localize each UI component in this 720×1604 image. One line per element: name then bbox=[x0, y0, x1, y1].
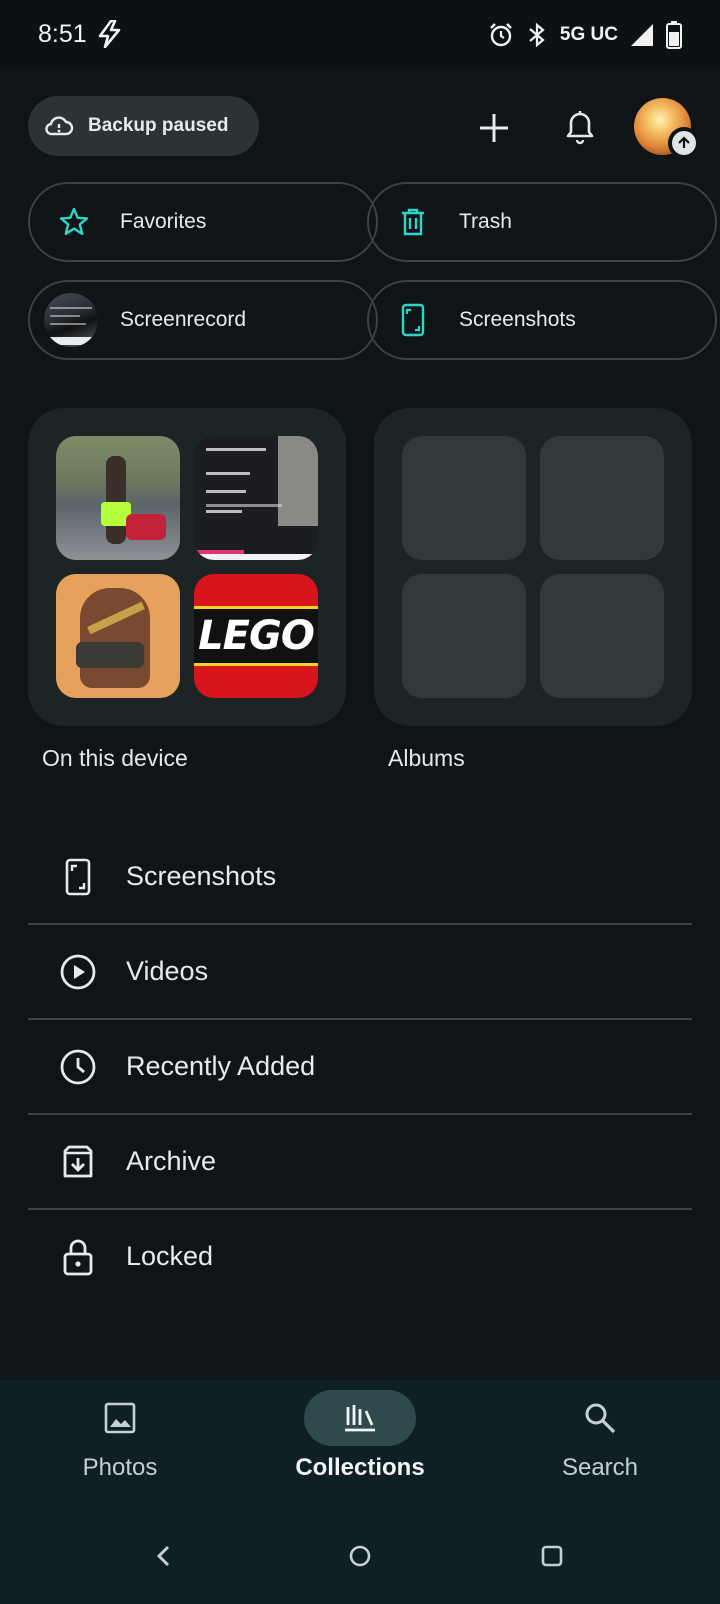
list-item-label: Screenshots bbox=[126, 861, 277, 891]
trash-icon bbox=[402, 208, 424, 236]
list-item-archive[interactable]: Archive bbox=[28, 1113, 692, 1208]
screenshots-button[interactable]: Screenshots bbox=[367, 280, 717, 360]
list-item-label: Recently Added bbox=[126, 1051, 316, 1081]
screenrecord-button[interactable]: Screenrecord bbox=[28, 280, 378, 360]
screenrecord-label: Screenrecord bbox=[120, 308, 247, 331]
signal-icon bbox=[631, 24, 653, 46]
list-item-label: Locked bbox=[126, 1241, 214, 1271]
list-item-recently-added[interactable]: Recently Added bbox=[28, 1018, 692, 1113]
trash-button[interactable]: Trash bbox=[367, 182, 717, 262]
clock-icon bbox=[60, 1049, 96, 1084]
cloud-alert-icon bbox=[45, 116, 74, 136]
system-back-button[interactable] bbox=[146, 1538, 182, 1574]
nav-search-label: Search bbox=[561, 1454, 639, 1481]
album-placeholder bbox=[540, 436, 664, 560]
upload-badge bbox=[668, 127, 700, 159]
favorites-button[interactable]: Favorites bbox=[28, 182, 378, 262]
list-item-label: Archive bbox=[126, 1146, 217, 1176]
nav-collections[interactable]: Collections bbox=[260, 1390, 460, 1482]
albums-card[interactable] bbox=[374, 408, 692, 726]
favorites-label: Favorites bbox=[120, 210, 207, 233]
collections-icon bbox=[345, 1405, 375, 1432]
backup-status-label: Backup paused bbox=[88, 115, 229, 136]
list-item-locked[interactable]: Locked bbox=[28, 1208, 692, 1303]
charging-bolt-icon bbox=[98, 20, 121, 48]
status-time: 8:51 bbox=[38, 20, 87, 48]
album-placeholder bbox=[540, 574, 664, 698]
device-thumbnail-lego: LEGO bbox=[194, 574, 318, 698]
device-thumbnail-person bbox=[56, 436, 180, 560]
trash-label: Trash bbox=[459, 210, 512, 233]
nav-collections-label: Collections bbox=[295, 1454, 425, 1481]
on-this-device-card[interactable]: LEGO bbox=[28, 408, 346, 726]
status-bar: 8:51 5G UC bbox=[0, 0, 720, 70]
list-item-screenshots[interactable]: Screenshots bbox=[28, 830, 692, 923]
device-thumbnail-heavy bbox=[56, 574, 180, 698]
album-placeholder bbox=[402, 436, 526, 560]
photo-icon bbox=[104, 1402, 136, 1434]
collections-list: Screenshots Videos Recently Added Archiv… bbox=[28, 830, 692, 1303]
recents-square-icon bbox=[541, 1545, 563, 1567]
system-recents-button[interactable] bbox=[534, 1538, 570, 1574]
bluetooth-icon bbox=[529, 22, 545, 48]
list-item-videos[interactable]: Videos bbox=[28, 923, 692, 1018]
lego-logo-text: LEGO bbox=[194, 606, 318, 666]
nav-photos[interactable]: Photos bbox=[20, 1390, 220, 1482]
phone-screenshot-icon bbox=[401, 303, 425, 337]
screenshots-label: Screenshots bbox=[459, 308, 576, 331]
on-this-device-label: On this device bbox=[42, 745, 188, 771]
system-home-button[interactable] bbox=[342, 1538, 378, 1574]
device-thumbnail-list bbox=[194, 436, 318, 560]
add-icon[interactable] bbox=[472, 106, 516, 150]
phone-screenshot-icon bbox=[65, 858, 91, 895]
back-chevron-icon bbox=[156, 1545, 170, 1567]
nav-search[interactable]: Search bbox=[500, 1390, 700, 1482]
albums-label: Albums bbox=[388, 745, 465, 771]
network-type: 5G UC bbox=[559, 24, 618, 45]
screenrecord-thumbnail bbox=[44, 293, 98, 347]
arrow-up-icon bbox=[678, 136, 690, 148]
star-icon bbox=[59, 207, 89, 235]
list-item-label: Videos bbox=[126, 956, 209, 986]
status-icons: 5G UC bbox=[488, 20, 682, 50]
home-circle-icon bbox=[349, 1545, 371, 1567]
search-icon bbox=[585, 1403, 616, 1434]
backup-status-chip[interactable]: Backup paused bbox=[28, 96, 259, 156]
nav-photos-label: Photos bbox=[82, 1454, 158, 1481]
notifications-bell-icon[interactable] bbox=[558, 104, 602, 148]
album-placeholder bbox=[402, 574, 526, 698]
battery-icon bbox=[666, 21, 682, 49]
alarm-icon bbox=[490, 23, 512, 47]
archive-icon bbox=[63, 1145, 93, 1177]
lock-icon bbox=[63, 1239, 93, 1275]
play-circle-icon bbox=[60, 954, 96, 989]
